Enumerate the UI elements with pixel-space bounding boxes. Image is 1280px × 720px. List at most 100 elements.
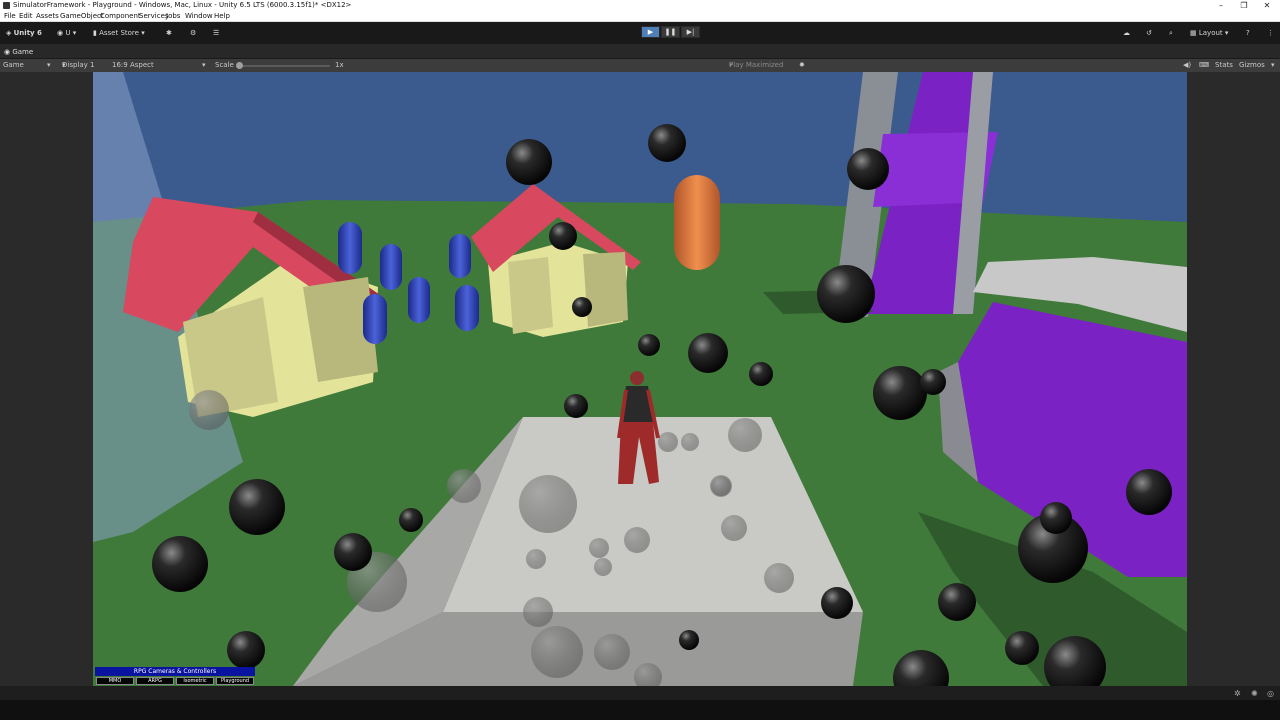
- dark-sphere: [821, 587, 853, 619]
- user-icon: ◉: [57, 29, 64, 37]
- tab-game-label: Game: [12, 48, 34, 56]
- scale-slider-handle[interactable]: [236, 62, 243, 69]
- dark-sphere: [572, 297, 592, 317]
- package-icon[interactable]: ✱: [166, 27, 172, 39]
- mmo-button[interactable]: MMO: [96, 677, 134, 685]
- cloud-icon[interactable]: ☁: [1123, 27, 1130, 39]
- menu-services[interactable]: Services: [139, 11, 169, 21]
- mid-house-block: [508, 257, 553, 334]
- game-viewport[interactable]: [93, 72, 1187, 686]
- progress-icon[interactable]: ✲: [1234, 689, 1241, 698]
- play-button[interactable]: ▶: [641, 26, 660, 38]
- unity-account-button[interactable]: ◈ Unity 6: [6, 27, 42, 39]
- ghost-sphere: [681, 433, 699, 451]
- dark-sphere: [229, 479, 285, 535]
- dark-sphere: [549, 222, 577, 250]
- ghost-sphere: [589, 538, 609, 558]
- chevron-down-icon: ▾: [141, 29, 145, 37]
- minimize-icon[interactable]: –: [1210, 0, 1232, 11]
- main-toolbar: ◈ Unity 6 ◉ U ▾ ▮ Asset Store ▾ ✱ ⚙ ☰ ☁ …: [0, 22, 1280, 44]
- ghost-sphere: [531, 626, 583, 678]
- store-icon: ▮: [93, 29, 97, 37]
- restore-icon[interactable]: ❐: [1233, 0, 1255, 11]
- account-dropdown[interactable]: ◉ U ▾: [57, 27, 76, 39]
- window-titlebar: SimulatorFramework - Playground - Window…: [0, 0, 1280, 11]
- ghost-sphere: [523, 597, 553, 627]
- dark-sphere: [506, 139, 552, 185]
- menu-help[interactable]: Help: [214, 11, 230, 21]
- scale-label: Scale: [215, 61, 234, 69]
- blue-capsule: [363, 294, 387, 344]
- dark-sphere: [399, 508, 423, 532]
- menu-edit[interactable]: Edit: [19, 11, 33, 21]
- menu-stack-icon[interactable]: ☰: [213, 27, 219, 39]
- blue-capsule: [449, 234, 471, 278]
- pause-button[interactable]: ❚❚: [661, 26, 680, 38]
- ghost-sphere: [624, 527, 650, 553]
- dark-sphere: [688, 333, 728, 373]
- ghost-sphere: [764, 563, 794, 593]
- display-dropdown[interactable]: Display 1 ▾: [62, 59, 94, 72]
- stats-button[interactable]: Stats: [1215, 59, 1233, 72]
- step-button[interactable]: ▶|: [681, 26, 700, 38]
- dark-sphere: [334, 533, 372, 571]
- asset-store-dropdown[interactable]: ▮ Asset Store ▾: [93, 27, 145, 39]
- ghost-sphere: [519, 475, 577, 533]
- status-icon[interactable]: ◎: [1267, 689, 1274, 698]
- unity-label: Unity 6: [13, 29, 42, 37]
- more-options-icon[interactable]: ⋮: [1267, 27, 1274, 39]
- mid-house-block: [583, 252, 628, 327]
- view-mode-label: Game: [3, 61, 24, 69]
- menu-component[interactable]: Component: [100, 11, 141, 21]
- dark-sphere: [817, 265, 875, 323]
- aspect-label: 16:9 Aspect: [112, 61, 154, 69]
- panel-tab-bar: ◉ Game: [0, 44, 1280, 59]
- play-maximized-label: Play Maximized: [729, 61, 784, 69]
- search-icon[interactable]: ⌕: [1169, 27, 1173, 39]
- menu-file[interactable]: File: [4, 11, 16, 21]
- isometric-button[interactable]: Isometric: [176, 677, 214, 685]
- left-gutter: [0, 72, 93, 686]
- game-scene[interactable]: [93, 72, 1187, 686]
- taskbar-area: [0, 700, 1280, 720]
- rpg-panel-title: RPG Cameras & Controllers: [95, 667, 255, 676]
- bug-icon[interactable]: ✺: [1251, 689, 1258, 698]
- scale-value: 1x: [335, 61, 344, 69]
- ghost-sphere: [721, 515, 747, 541]
- blue-capsule: [338, 222, 362, 274]
- ghost-sphere: [728, 418, 762, 452]
- orange-capsule: [674, 175, 720, 270]
- keyboard-icon[interactable]: ⌨: [1199, 59, 1209, 72]
- tab-game[interactable]: ◉ Game: [4, 46, 33, 58]
- ghost-sphere: [594, 634, 630, 670]
- layout-dropdown[interactable]: ▦ Layout ▾: [1190, 27, 1228, 39]
- dark-sphere: [1040, 502, 1072, 534]
- dark-sphere: [564, 394, 588, 418]
- menu-window[interactable]: Window: [185, 11, 213, 21]
- dark-sphere: [749, 362, 773, 386]
- menu-assets[interactable]: Assets: [36, 11, 59, 21]
- debug-icon[interactable]: ✹: [799, 59, 805, 72]
- menu-gameobject[interactable]: GameObject: [60, 11, 104, 21]
- playground-button[interactable]: Playground: [216, 677, 254, 685]
- close-icon[interactable]: ✕: [1256, 0, 1278, 11]
- audio-icon[interactable]: ◀): [1183, 59, 1191, 72]
- menu-jobs[interactable]: Jobs: [166, 11, 180, 21]
- dark-sphere: [938, 583, 976, 621]
- arpg-button[interactable]: ARPG: [136, 677, 174, 685]
- layout-label: Layout: [1198, 29, 1223, 37]
- ghost-sphere: [658, 432, 678, 452]
- settings-gear-icon[interactable]: ⚙: [190, 27, 196, 39]
- right-gutter: [1187, 72, 1280, 686]
- status-bar: ✲ ✺ ◎: [0, 686, 1280, 700]
- chevron-down-icon: ▾: [1224, 29, 1229, 37]
- play-maximized-dropdown[interactable]: Play Maximized ▾: [729, 59, 783, 72]
- gizmos-button[interactable]: Gizmos: [1239, 59, 1265, 72]
- help-icon[interactable]: ?: [1246, 27, 1250, 39]
- history-icon[interactable]: ↺: [1146, 27, 1152, 39]
- ghost-sphere: [526, 549, 546, 569]
- scale-slider-track[interactable]: [238, 65, 330, 67]
- dark-sphere: [920, 369, 946, 395]
- blue-capsule: [408, 277, 430, 323]
- rpg-cameras-panel: RPG Cameras & Controllers MMO ARPG Isome…: [95, 667, 255, 686]
